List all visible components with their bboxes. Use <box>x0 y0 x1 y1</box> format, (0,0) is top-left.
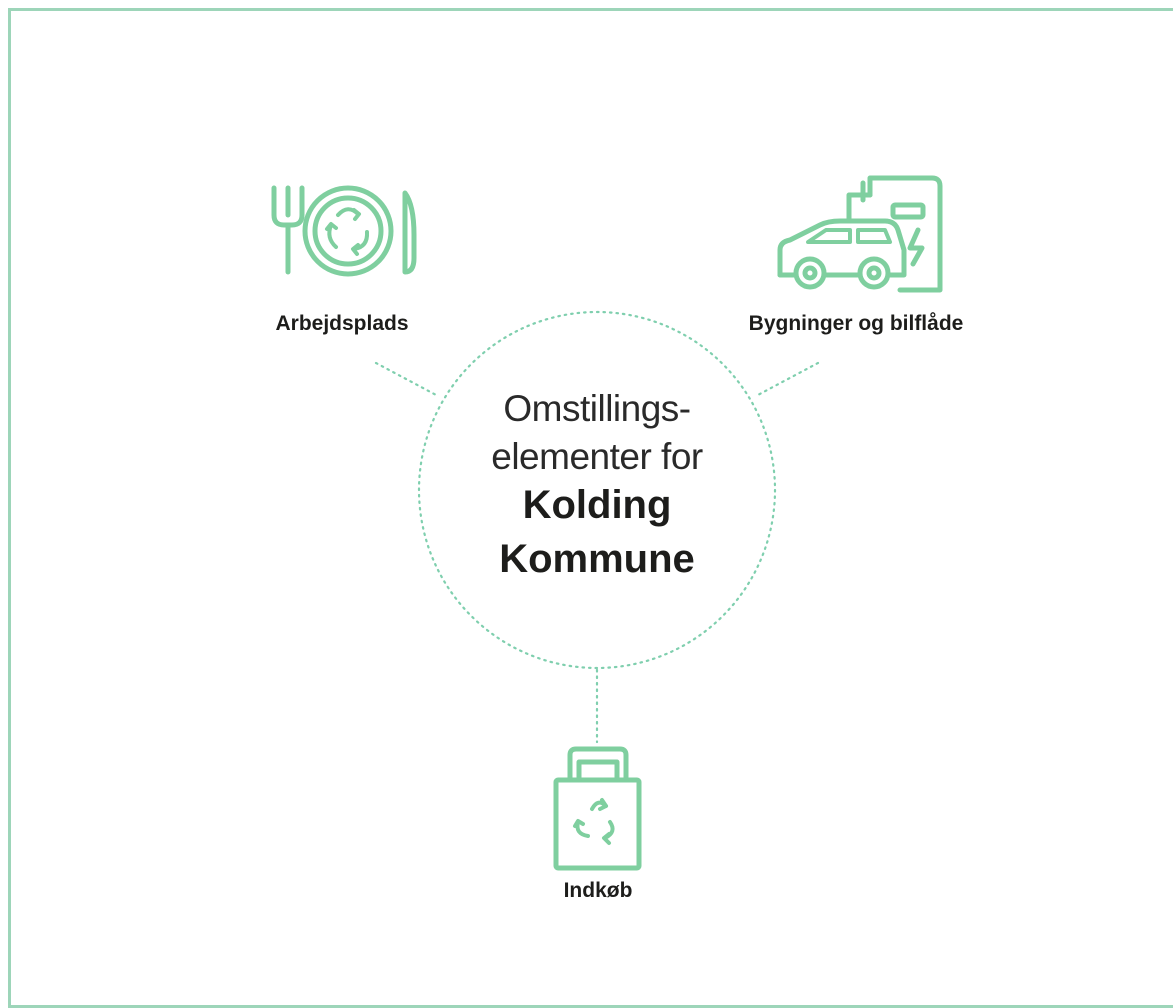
center-title-line-2: elementer for <box>491 436 703 477</box>
node-label-indkob: Indkøb <box>563 879 633 902</box>
center-title-line-3: Kolding <box>522 483 672 527</box>
center-title-line-4: Kommune <box>499 537 695 581</box>
recycle-bag-icon <box>553 746 642 871</box>
center-title-line-1: Omstillings- <box>503 388 691 429</box>
ev-charging-car-icon <box>777 175 943 293</box>
node-label-bygninger-og-bilflade: Bygninger og bilflåde <box>748 312 964 335</box>
plate-cutlery-recycle-icon <box>271 185 417 277</box>
connector-arbejdsplads <box>374 361 440 398</box>
node-label-arbejdsplads: Arbejdsplads <box>275 312 409 335</box>
connector-bygninger <box>754 361 820 398</box>
